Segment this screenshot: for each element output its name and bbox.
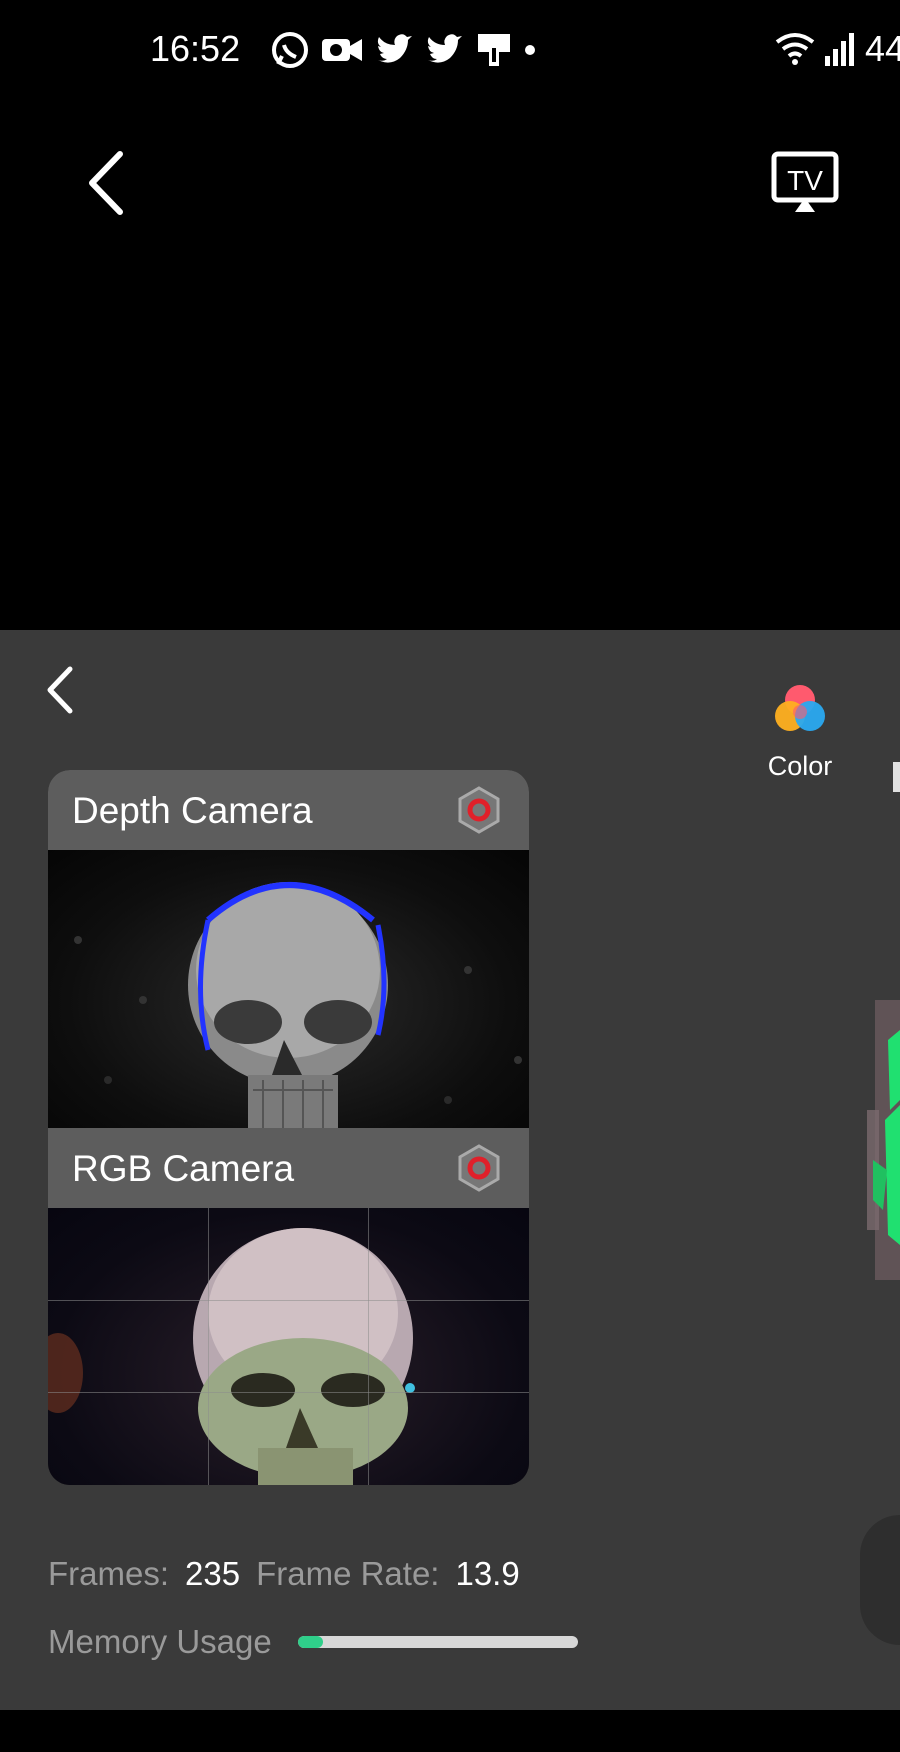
frames-value: 235 — [185, 1555, 241, 1592]
color-palette-icon — [775, 685, 825, 731]
battery-text: 44 — [865, 28, 900, 69]
memory-usage: Memory Usage — [48, 1623, 578, 1661]
rgb-camera-header: RGB Camera — [48, 1128, 529, 1208]
memory-usage-label: Memory Usage — [48, 1623, 272, 1660]
twitter-icon — [427, 34, 462, 63]
signal-icon — [825, 33, 854, 66]
video-camera-icon — [322, 39, 362, 61]
whatsapp-icon — [272, 32, 308, 68]
frames-label: Frames: — [48, 1555, 170, 1592]
frame-rate-value: 13.9 — [455, 1555, 520, 1592]
grid-line — [368, 1208, 369, 1485]
depth-camera-title: Depth Camera — [72, 790, 313, 831]
memory-usage-bar — [297, 1636, 578, 1648]
panel-back-icon[interactable] — [40, 665, 80, 715]
scan-stats: Frames: 235 Frame Rate: 13.9 — [48, 1555, 536, 1593]
grid-line — [208, 1208, 209, 1485]
status-bar: 16:52 44 — [0, 0, 900, 100]
system-status: 44 — [775, 28, 900, 70]
depth-camera-feed — [48, 850, 529, 1128]
next-mode-button[interactable] — [893, 762, 900, 792]
depth-camera-header: Depth Camera — [48, 770, 529, 850]
twitter-icon — [377, 34, 412, 63]
rgb-record-icon[interactable] — [455, 1144, 503, 1192]
tv-cast-icon[interactable]: TV — [770, 150, 840, 212]
scan-action-button[interactable] — [860, 1515, 900, 1645]
memory-usage-fill — [297, 1636, 323, 1648]
rgb-camera-feed — [48, 1208, 529, 1485]
back-arrow-icon[interactable] — [78, 148, 138, 218]
grid-line — [48, 1300, 529, 1301]
camera-previews-card: Depth Camera RGB Camera — [48, 770, 529, 1485]
rgb-camera-title: RGB Camera — [72, 1148, 295, 1189]
depth-skull-image — [74, 882, 522, 1128]
3d-scan-preview — [867, 1000, 900, 1280]
scan-panel: Color Depth Camera RGB Camera Frames: 23… — [0, 630, 900, 1710]
more-notifications-icon — [525, 45, 535, 55]
screen-mirror-icon — [478, 34, 510, 66]
status-time: 16:52 — [150, 28, 241, 69]
top-navigation: TV — [0, 120, 900, 240]
notification-icons — [270, 30, 536, 70]
frame-rate-label: Frame Rate: — [256, 1555, 440, 1592]
grid-line — [48, 1392, 529, 1393]
depth-record-icon[interactable] — [455, 786, 503, 834]
color-mode-label: Color — [767, 751, 833, 781]
rgb-skull-image — [48, 1228, 415, 1485]
wifi-icon — [775, 33, 815, 65]
color-mode-button[interactable]: Color — [740, 682, 860, 782]
svg-text:TV: TV — [787, 165, 823, 196]
